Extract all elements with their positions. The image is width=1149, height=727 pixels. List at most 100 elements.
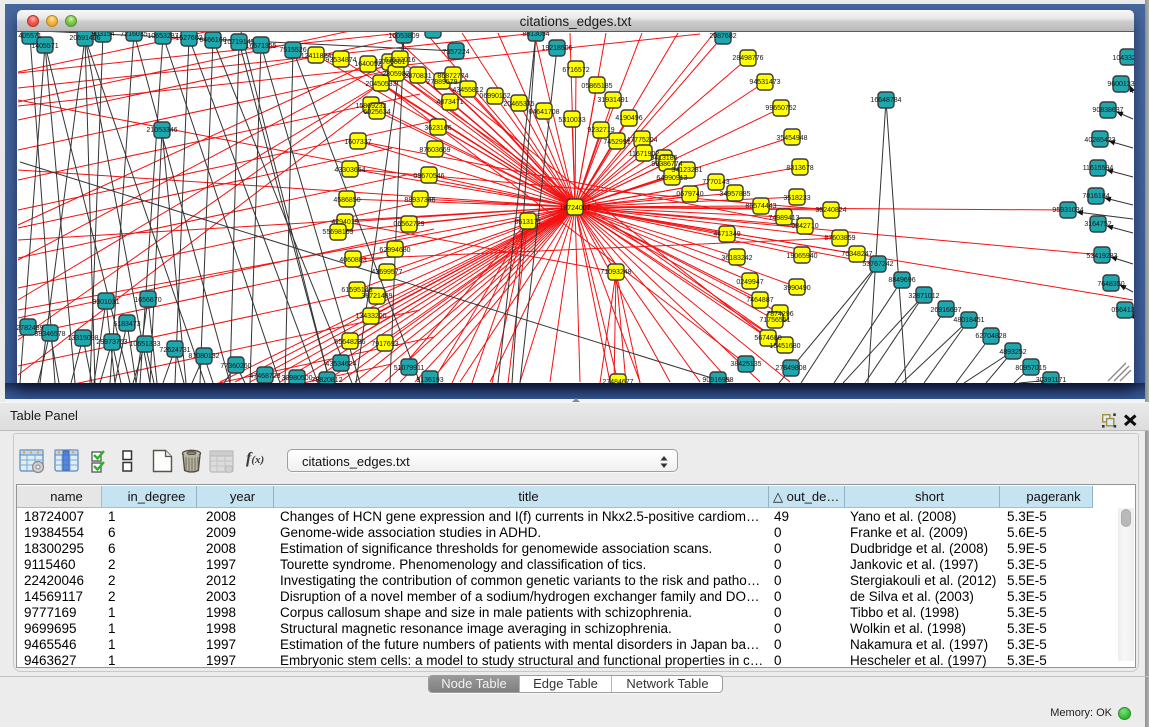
- svg-text:86872774: 86872774: [437, 73, 468, 80]
- svg-text:81080132: 81080132: [188, 353, 219, 360]
- svg-text:6025634: 6025634: [363, 109, 390, 116]
- svg-text:47775204: 47775204: [626, 137, 657, 144]
- svg-text:34123281: 34123281: [671, 167, 702, 174]
- svg-text:7770143: 7770143: [702, 179, 729, 186]
- svg-text:8849696: 8849696: [888, 277, 915, 284]
- svg-text:64641708: 64641708: [528, 109, 559, 116]
- svg-text:9136193: 9136193: [416, 377, 443, 383]
- svg-text:35240824: 35240824: [815, 207, 846, 214]
- svg-text:95931034: 95931034: [1052, 207, 1083, 214]
- svg-text:31931491: 31931491: [597, 97, 628, 104]
- svg-text:99650752: 99650752: [765, 105, 796, 112]
- svg-text:40265423: 40265423: [1084, 137, 1115, 144]
- svg-text:7357224: 7357224: [442, 49, 469, 56]
- svg-text:93534874: 93534874: [325, 57, 356, 64]
- svg-text:71093248: 71093248: [600, 269, 631, 276]
- svg-text:06562729: 06562729: [393, 221, 424, 228]
- svg-text:1607337: 1607337: [344, 139, 371, 146]
- svg-text:20450533: 20450533: [365, 81, 396, 88]
- svg-text:38425135: 38425135: [730, 361, 761, 368]
- svg-text:62704828: 62704828: [975, 333, 1006, 340]
- svg-text:18724007: 18724007: [559, 205, 590, 212]
- svg-text:48018451: 48018451: [953, 317, 984, 324]
- svg-text:2087682: 2087682: [709, 33, 736, 40]
- svg-text:27484677: 27484677: [602, 379, 633, 383]
- svg-text:4060883: 4060883: [339, 257, 366, 264]
- svg-text:4586850: 4586850: [333, 197, 360, 204]
- svg-text:62994680: 62994680: [379, 247, 410, 254]
- svg-text:53767242: 53767242: [862, 261, 893, 268]
- svg-text:11615594: 11615594: [1083, 165, 1114, 172]
- svg-text:87603859: 87603859: [824, 235, 855, 242]
- svg-text:34957885: 34957885: [719, 191, 750, 198]
- svg-text:90916998: 90916998: [702, 377, 733, 383]
- svg-text:47468723: 47468723: [249, 373, 280, 380]
- svg-text:65648236: 65648236: [334, 339, 365, 346]
- svg-text:30391171: 30391171: [1036, 377, 1067, 383]
- svg-text:70348247: 70348247: [841, 251, 872, 258]
- svg-text:0564139: 0564139: [1111, 307, 1134, 314]
- svg-text:10433218: 10433218: [1112, 55, 1134, 62]
- svg-text:67632016: 67632016: [384, 57, 415, 64]
- svg-text:5183473: 5183473: [113, 321, 140, 328]
- svg-text:0842710: 0842710: [791, 223, 818, 230]
- svg-text:903154: 903154: [91, 32, 114, 38]
- svg-text:4190496: 4190496: [615, 115, 642, 122]
- svg-text:9301031: 9301031: [92, 299, 119, 306]
- svg-text:90838637: 90838637: [1092, 107, 1123, 114]
- svg-text:7216035: 7216035: [120, 32, 147, 38]
- svg-text:87603669: 87603669: [419, 147, 450, 154]
- svg-text:15451680: 15451680: [769, 343, 800, 350]
- svg-text:74989413: 74989413: [768, 215, 799, 222]
- svg-text:1405571: 1405571: [31, 43, 58, 50]
- svg-text:27889579: 27889579: [426, 79, 457, 86]
- svg-text:0679740: 0679740: [676, 191, 703, 198]
- svg-text:78820812: 78820812: [311, 377, 342, 383]
- svg-text:77360260: 77360260: [220, 363, 251, 370]
- svg-text:29973763: 29973763: [96, 339, 127, 346]
- svg-text:1656670: 1656670: [134, 297, 161, 304]
- svg-text:35454948: 35454948: [776, 135, 807, 142]
- svg-text:71756551: 71756551: [759, 317, 790, 324]
- svg-text:20465375: 20465375: [503, 101, 534, 108]
- svg-text:06990162: 06990162: [479, 93, 510, 100]
- svg-text:9232719: 9232719: [587, 127, 614, 134]
- svg-text:10651333: 10651333: [129, 341, 160, 348]
- svg-text:64990913: 64990913: [656, 175, 687, 182]
- svg-text:4873471: 4873471: [436, 99, 463, 106]
- svg-text:43699577: 43699577: [371, 269, 402, 276]
- svg-text:55698169: 55698169: [322, 229, 353, 236]
- svg-text:8313678: 8313678: [786, 165, 813, 172]
- svg-text:7464887: 7464887: [746, 297, 773, 304]
- svg-text:10653287: 10653287: [147, 33, 178, 40]
- svg-text:3623166: 3623166: [424, 125, 451, 132]
- svg-text:405571: 405571: [18, 33, 41, 40]
- svg-text:8152214: 8152214: [419, 32, 446, 34]
- svg-text:43303654: 43303654: [334, 167, 365, 174]
- svg-text:26916697: 26916697: [930, 307, 961, 314]
- svg-text:05865185: 05865185: [581, 83, 612, 90]
- svg-text:28498776: 28498776: [732, 55, 763, 62]
- svg-text:19218506: 19218506: [541, 45, 572, 52]
- svg-text:53419283: 53419283: [1086, 253, 1117, 260]
- svg-text:5674680: 5674680: [754, 335, 781, 342]
- svg-text:7917693: 7917693: [371, 341, 398, 348]
- svg-text:16671355: 16671355: [245, 43, 276, 50]
- svg-text:4893252: 4893252: [999, 349, 1026, 356]
- svg-text:3518233: 3518233: [783, 195, 810, 202]
- svg-text:16053809: 16053809: [388, 33, 419, 40]
- svg-text:8813054: 8813054: [522, 32, 549, 38]
- svg-text:9600133: 9600133: [1107, 81, 1134, 88]
- svg-text:13433200: 13433200: [355, 313, 386, 320]
- svg-text:8613171: 8613171: [514, 219, 541, 226]
- svg-text:13315098: 13315098: [67, 335, 98, 342]
- svg-text:80957015: 80957015: [1015, 365, 1046, 372]
- svg-text:3990490: 3990490: [783, 285, 810, 292]
- svg-text:21053346: 21053346: [146, 127, 177, 134]
- svg-text:09670546: 09670546: [413, 173, 444, 180]
- svg-text:30980500: 30980500: [281, 375, 312, 382]
- svg-text:88937346: 88937346: [404, 197, 435, 204]
- svg-text:38721489: 38721489: [361, 293, 392, 300]
- svg-text:43534624: 43534624: [325, 361, 356, 368]
- svg-text:7648350: 7648350: [1097, 281, 1124, 288]
